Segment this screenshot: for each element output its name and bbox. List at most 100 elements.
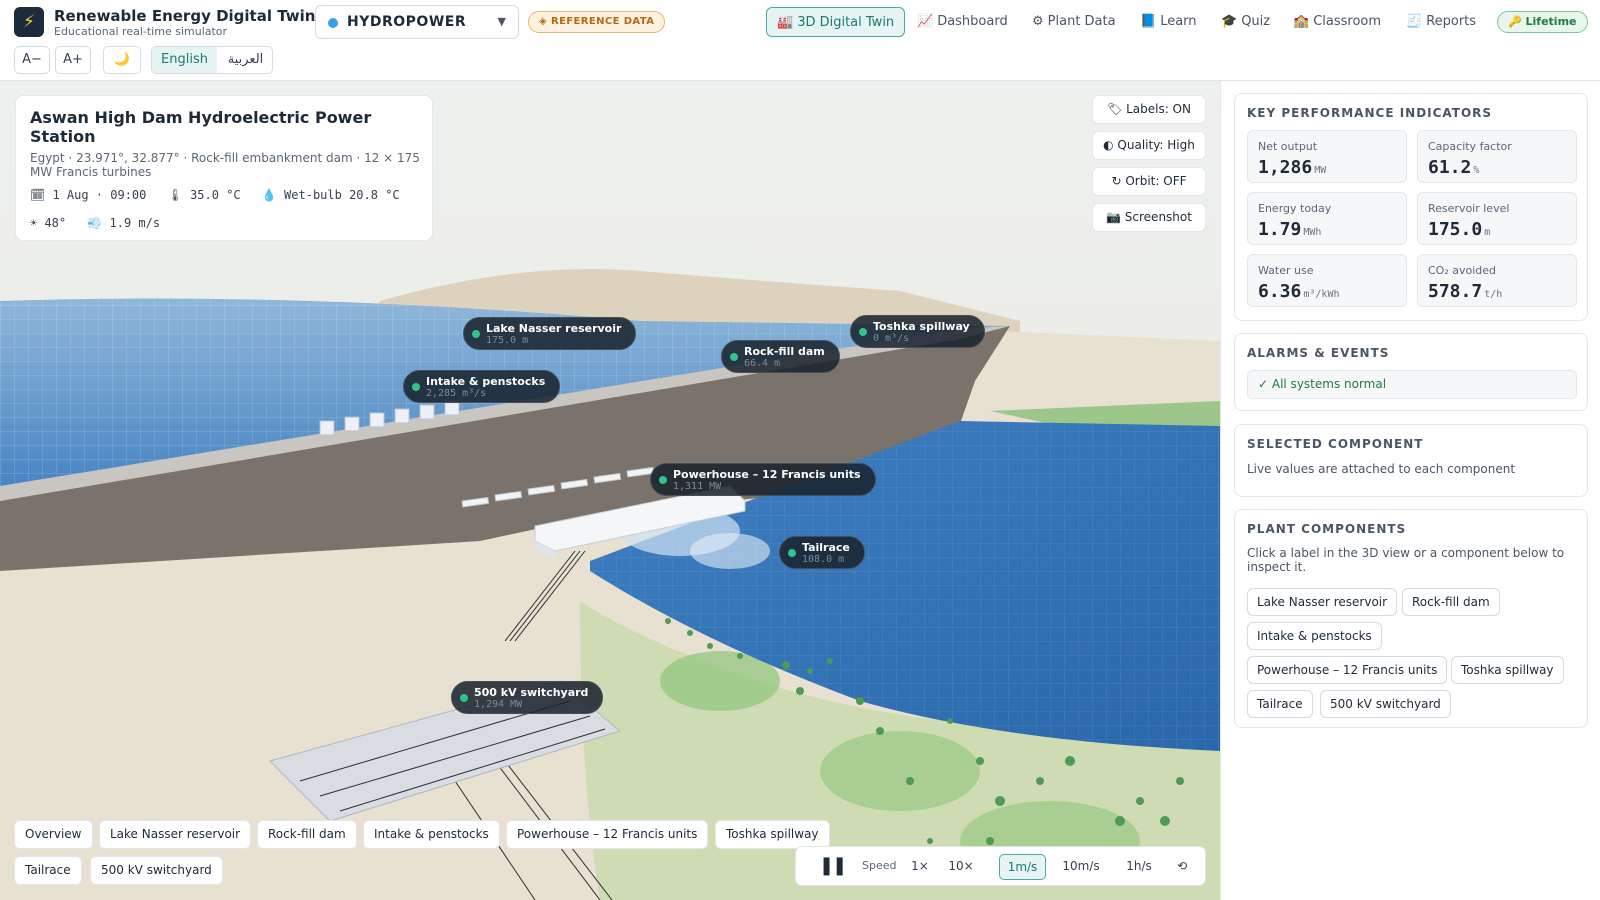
alarms-card: ALARMS & EVENTS ✓ All systems normal bbox=[1234, 333, 1588, 411]
nav-quiz[interactable]: 🎓 Quiz bbox=[1221, 7, 1270, 37]
components-description: Click a label in the 3D view or a compon… bbox=[1247, 546, 1565, 574]
screenshot-button[interactable]: 📷 Screenshot bbox=[1092, 203, 1206, 232]
plant-type-dot-icon bbox=[328, 18, 338, 28]
view-chip-overview[interactable]: Overview bbox=[14, 820, 93, 849]
kpi-value-number: 61.2 bbox=[1428, 157, 1472, 178]
component-intake-penstocks[interactable]: Intake & penstocks bbox=[1247, 622, 1382, 650]
status-dot-icon bbox=[859, 328, 867, 336]
site-title: Aswan High Dam Hydroelectric Power Stati… bbox=[30, 108, 372, 146]
view-chip-tailrace[interactable]: Tailrace bbox=[14, 856, 82, 885]
component-500kv-switchyard[interactable]: 500 kV switchyard bbox=[1320, 690, 1451, 718]
kpi-unit: m³/kWh bbox=[1303, 289, 1340, 300]
nav-plant-data[interactable]: ⚙ Plant Data bbox=[1032, 7, 1116, 37]
pause-icon[interactable]: ❚❚ bbox=[819, 855, 847, 876]
kpi-value-number: 1.79 bbox=[1258, 219, 1302, 240]
selected-description: Live values are attached to each compone… bbox=[1247, 462, 1516, 476]
nav-label: Learn bbox=[1160, 14, 1197, 29]
scene-label-name: Intake & penstocks bbox=[426, 375, 546, 388]
scene-label-name: 500 kV switchyard bbox=[474, 686, 589, 699]
kpi-label: Net output bbox=[1258, 140, 1318, 153]
view-chip-500kv-switchyard[interactable]: 500 kV switchyard bbox=[90, 856, 223, 885]
speed-option-1m-per-s[interactable]: 1m/s bbox=[999, 854, 1046, 880]
kpi-value: 578.7 t/h bbox=[1428, 281, 1502, 302]
plant-type-select[interactable]: HYDROPOWER ▼ bbox=[315, 5, 519, 39]
language-english-button[interactable]: English bbox=[152, 47, 217, 73]
side-panel: KEY PERFORMANCE INDICATORS Net output 1,… bbox=[1220, 81, 1600, 900]
view-chip-powerhouse[interactable]: Powerhouse – 12 Francis units bbox=[506, 820, 709, 849]
chevron-down-icon: ▼ bbox=[497, 15, 506, 28]
scene-label-name: Tailrace bbox=[802, 541, 850, 554]
language-arabic-button[interactable]: العربية bbox=[217, 47, 272, 73]
reset-icon[interactable]: ⟲ bbox=[1171, 854, 1193, 880]
wet-bulb-temperature: 💧 Wet-bulb 20.8 °C bbox=[261, 188, 400, 202]
kpi-value-number: 6.36 bbox=[1258, 281, 1302, 302]
speed-option-1x[interactable]: 1× bbox=[906, 854, 934, 880]
labels-toggle-button[interactable]: 🏷 Labels: ON bbox=[1092, 95, 1206, 124]
kpi-co2-avoided: CO₂ avoided 578.7 t/h bbox=[1417, 254, 1577, 307]
status-dot-icon bbox=[659, 476, 667, 484]
view-chip-toshka-spillway[interactable]: Toshka spillway bbox=[715, 820, 830, 849]
nav-reports[interactable]: 🧾 Reports bbox=[1406, 7, 1476, 37]
language-switch: English العربية bbox=[151, 46, 273, 74]
status-dot-icon bbox=[472, 330, 480, 338]
scene-label-value: 175.0 m bbox=[486, 335, 529, 346]
kpi-unit: MW bbox=[1314, 165, 1327, 176]
component-rock-fill-dam[interactable]: Rock-fill dam bbox=[1402, 588, 1500, 616]
scene-label-500kv-switchyard[interactable]: 500 kV switchyard 1,294 MW bbox=[451, 681, 604, 714]
view-chip-rock-fill-dam[interactable]: Rock-fill dam bbox=[257, 820, 357, 849]
kpi-value-number: 1,286 bbox=[1258, 157, 1313, 178]
font-increase-button[interactable]: A+ bbox=[55, 46, 91, 74]
simulation-speed-bar: ❚❚ Speed 1× 10× 1m/s 10m/s 1h/s ⟲ bbox=[795, 846, 1206, 886]
app-title: Renewable Energy Digital Twin bbox=[54, 7, 316, 25]
component-toshka-spillway[interactable]: Toshka spillway bbox=[1451, 656, 1564, 684]
scene-label-lake-nasser-reservoir[interactable]: Lake Nasser reservoir 175.0 m bbox=[463, 317, 637, 350]
kpi-unit: % bbox=[1473, 165, 1480, 176]
nav-label: Dashboard bbox=[937, 14, 1008, 29]
factory-icon: 🏭 bbox=[777, 15, 794, 30]
speed-option-1h-per-s[interactable]: 1h/s bbox=[1122, 854, 1156, 880]
lightning-logo-icon: ⚡ bbox=[14, 7, 44, 37]
kpi-water-use: Water use 6.36 m³/kWh bbox=[1247, 254, 1407, 307]
status-dot-icon bbox=[412, 383, 420, 391]
view-chip-lake-nasser-reservoir[interactable]: Lake Nasser reservoir bbox=[99, 820, 252, 849]
selected-title: SELECTED COMPONENT bbox=[1247, 437, 1424, 451]
lifetime-license-badge[interactable]: 🔑 Lifetime bbox=[1497, 11, 1588, 33]
nav-3d-digital-twin[interactable]: 🏭 3D Digital Twin bbox=[766, 7, 906, 37]
gear-icon: ⚙ bbox=[1032, 14, 1044, 29]
nav-learn[interactable]: 📘 Learn bbox=[1140, 7, 1197, 37]
theme-toggle-button[interactable]: 🌙 bbox=[103, 46, 141, 74]
view-chip-intake-penstocks[interactable]: Intake & penstocks bbox=[363, 820, 500, 849]
kpi-capacity-factor: Capacity factor 61.2% bbox=[1417, 130, 1577, 183]
alarms-status: ✓ All systems normal bbox=[1247, 370, 1577, 399]
nav-dashboard[interactable]: 📈 Dashboard bbox=[917, 7, 1008, 37]
receipt-icon: 🧾 bbox=[1406, 14, 1423, 29]
school-icon: 🏫 bbox=[1293, 14, 1310, 29]
kpi-value-number: 578.7 bbox=[1428, 281, 1483, 302]
nav-label: 3D Digital Twin bbox=[797, 15, 895, 30]
scene-label-value: 1,311 MW bbox=[673, 481, 722, 492]
nav-classroom[interactable]: 🏫 Classroom bbox=[1293, 7, 1381, 37]
quality-toggle-button[interactable]: ◐ Quality: High bbox=[1092, 131, 1206, 160]
scene-label-value: 1,294 MW bbox=[474, 699, 523, 710]
site-conditions-row: 🗓 1 Aug · 09:00 🌡 35.0 °C 💧 Wet-bulb 20.… bbox=[30, 188, 418, 202]
scene-label-rock-fill-dam[interactable]: Rock-fill dam 66.4 m bbox=[721, 340, 840, 373]
nav-label: Classroom bbox=[1313, 14, 1382, 29]
component-tailrace[interactable]: Tailrace bbox=[1247, 690, 1313, 718]
font-decrease-button[interactable]: A− bbox=[14, 46, 50, 74]
graduation-cap-icon: 🎓 bbox=[1221, 14, 1238, 29]
scene-label-toshka-spillway[interactable]: Toshka spillway 0 m³/s bbox=[850, 315, 985, 348]
orbit-toggle-button[interactable]: ↻ Orbit: OFF bbox=[1092, 167, 1206, 196]
status-dot-icon bbox=[788, 549, 796, 557]
scene-label-powerhouse[interactable]: Powerhouse – 12 Francis units 1,311 MW bbox=[650, 463, 876, 496]
kpi-unit: MWh bbox=[1303, 227, 1322, 238]
component-lake-nasser-reservoir[interactable]: Lake Nasser reservoir bbox=[1247, 588, 1398, 616]
kpi-label: Energy today bbox=[1258, 202, 1332, 215]
plant-components-card: PLANT COMPONENTS Click a label in the 3D… bbox=[1234, 509, 1588, 728]
scene-label-tailrace[interactable]: Tailrace 108.0 m bbox=[779, 536, 865, 569]
speed-option-10x[interactable]: 10× bbox=[944, 854, 978, 880]
book-icon: 📘 bbox=[1140, 14, 1157, 29]
status-dot-icon bbox=[730, 353, 738, 361]
speed-option-10m-per-s[interactable]: 10m/s bbox=[1059, 854, 1103, 880]
scene-label-intake-penstocks[interactable]: Intake & penstocks 2,285 m³/s bbox=[403, 370, 561, 403]
component-powerhouse[interactable]: Powerhouse – 12 Francis units bbox=[1247, 656, 1448, 684]
